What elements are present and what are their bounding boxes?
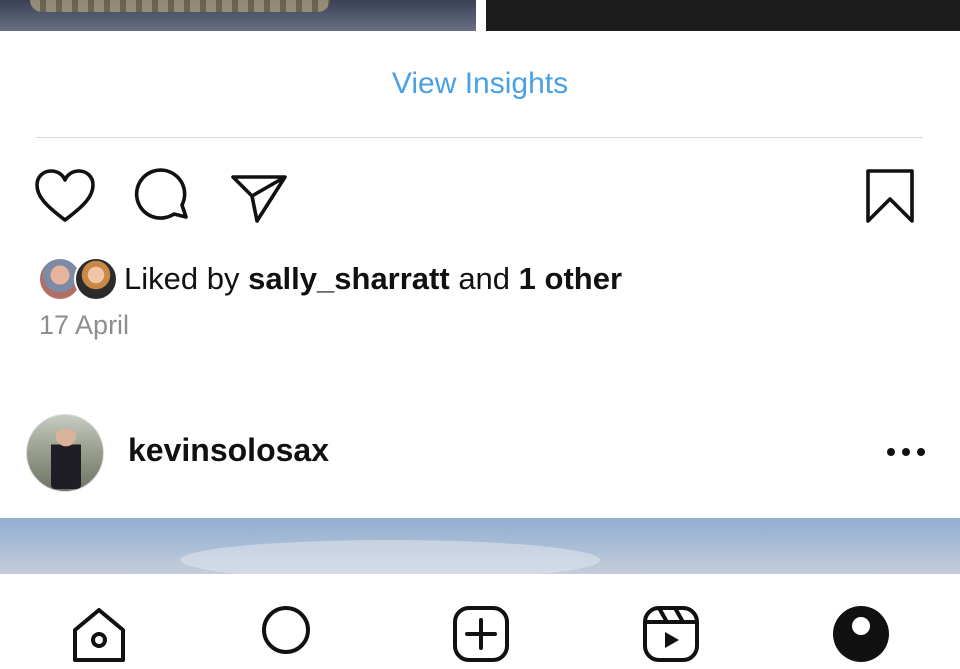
comment-icon[interactable]: [130, 165, 194, 229]
post-header: kevinsolosax: [0, 410, 960, 494]
previous-post-image-right[interactable]: [486, 0, 960, 31]
previous-post-image-left[interactable]: [0, 0, 476, 31]
create-icon[interactable]: [451, 604, 511, 664]
avatar-person: [51, 429, 81, 489]
liked-by-row: Liked by sally_sharratt and 1 other: [38, 256, 622, 302]
profile-icon[interactable]: [831, 604, 891, 664]
view-insights-link[interactable]: View Insights: [0, 67, 960, 101]
heart-icon[interactable]: [33, 165, 97, 229]
liked-by-conjunction: and: [449, 261, 519, 296]
insights-row: View Insights: [0, 31, 960, 137]
chain-image-detail: [30, 0, 330, 12]
bottom-tab-bar: [0, 574, 960, 662]
liked-by-prefix: Liked by: [124, 261, 249, 296]
post-image[interactable]: [0, 518, 960, 580]
post-username[interactable]: kevinsolosax: [128, 432, 329, 469]
previous-post-image-strip: [0, 0, 960, 31]
liker-avatars[interactable]: [38, 257, 118, 301]
liked-by-user[interactable]: sally_sharratt: [248, 261, 450, 296]
post-action-bar: [0, 165, 960, 229]
share-icon[interactable]: [227, 165, 291, 229]
search-icon[interactable]: [256, 604, 316, 664]
post-date: 17 April: [39, 310, 130, 340]
more-icon[interactable]: [884, 434, 928, 470]
reels-icon[interactable]: [641, 604, 701, 664]
bookmark-icon[interactable]: [858, 165, 922, 229]
liker-avatar: [74, 257, 118, 301]
divider: [36, 137, 923, 138]
home-icon[interactable]: [69, 604, 129, 664]
liked-by-others[interactable]: 1 other: [519, 261, 622, 296]
liked-by-text[interactable]: Liked by sally_sharratt and 1 other: [124, 261, 622, 297]
avatar[interactable]: [26, 414, 104, 492]
